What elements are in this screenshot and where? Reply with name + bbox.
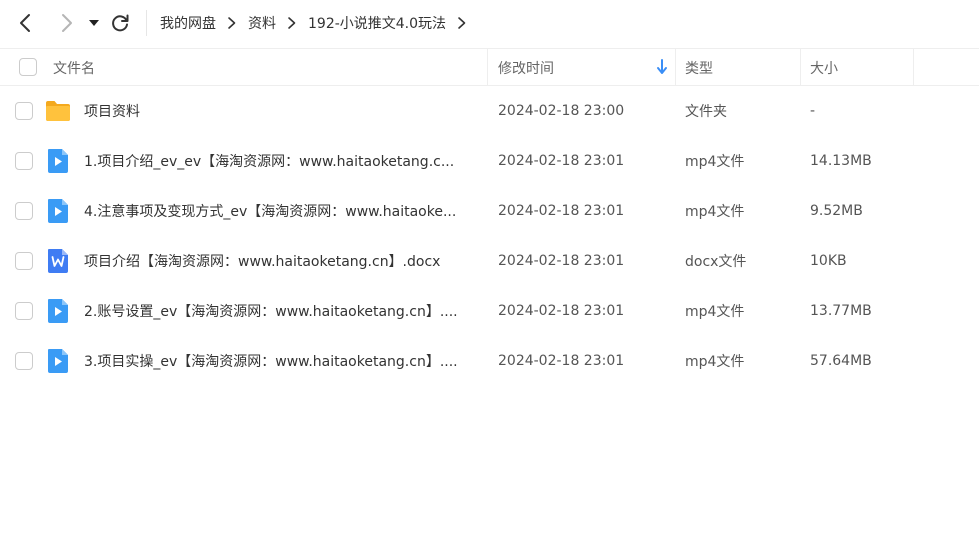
history-dropdown-button[interactable] bbox=[86, 15, 102, 31]
select-all-checkbox[interactable] bbox=[19, 58, 37, 76]
chevron-right-icon bbox=[450, 11, 474, 35]
row-checkbox[interactable] bbox=[15, 152, 33, 170]
file-size: 57.64MB bbox=[810, 353, 872, 369]
file-name: 2.账号设置_ev【海淘资源网：www.haitaoketang.cn】.... bbox=[84, 304, 458, 320]
breadcrumb-item-current[interactable]: 192-小说推文4.0玩法 bbox=[308, 13, 446, 33]
column-divider bbox=[913, 49, 914, 86]
file-type: mp4文件 bbox=[685, 354, 745, 370]
row-checkbox[interactable] bbox=[15, 252, 33, 270]
video-file-icon bbox=[48, 299, 68, 323]
column-divider bbox=[487, 49, 488, 86]
row-checkbox[interactable] bbox=[15, 202, 33, 220]
table-row[interactable]: 项目介绍【海淘资源网：www.haitaoketang.cn】.docx 202… bbox=[0, 236, 979, 286]
table-row[interactable]: 4.注意事项及变现方式_ev【海淘资源网：www.haitaoke... 202… bbox=[0, 186, 979, 236]
sort-descending-icon[interactable] bbox=[655, 58, 669, 76]
table-row[interactable]: 项目资料 2024-02-18 23:00 文件夹 - bbox=[0, 86, 979, 136]
video-file-icon bbox=[48, 149, 68, 173]
breadcrumb: 我的网盘 资料 192-小说推文4.0玩法 bbox=[160, 0, 478, 46]
video-file-icon bbox=[48, 349, 68, 373]
breadcrumb-item-folder[interactable]: 资料 bbox=[248, 13, 276, 33]
column-divider bbox=[800, 49, 801, 86]
word-doc-icon bbox=[48, 249, 68, 273]
folder-icon bbox=[46, 101, 70, 121]
file-size: 14.13MB bbox=[810, 153, 872, 169]
file-size: 13.77MB bbox=[810, 303, 872, 319]
row-checkbox[interactable] bbox=[15, 102, 33, 120]
file-name: 4.注意事项及变现方式_ev【海淘资源网：www.haitaoke... bbox=[84, 204, 457, 220]
column-header-modified[interactable]: 修改时间 bbox=[498, 49, 554, 86]
column-header-name[interactable]: 文件名 bbox=[53, 49, 95, 86]
table-row[interactable]: 2.账号设置_ev【海淘资源网：www.haitaoketang.cn】....… bbox=[0, 286, 979, 336]
row-checkbox[interactable] bbox=[15, 352, 33, 370]
chevron-right-icon bbox=[220, 11, 244, 35]
table-row[interactable]: 1.项目介绍_ev_ev【海淘资源网：www.haitaoketang.c...… bbox=[0, 136, 979, 186]
table-row[interactable]: 3.项目实操_ev【海淘资源网：www.haitaoketang.cn】....… bbox=[0, 336, 979, 386]
file-type: mp4文件 bbox=[685, 304, 745, 320]
file-modified-time: 2024-02-18 23:01 bbox=[498, 353, 625, 369]
chevron-left-icon bbox=[20, 14, 30, 32]
column-header-type[interactable]: 类型 bbox=[685, 49, 713, 86]
file-modified-time: 2024-02-18 23:01 bbox=[498, 203, 625, 219]
column-header-size[interactable]: 大小 bbox=[810, 49, 838, 86]
file-name: 3.项目实操_ev【海淘资源网：www.haitaoketang.cn】.... bbox=[84, 354, 458, 370]
file-type: mp4文件 bbox=[685, 154, 745, 170]
file-type: mp4文件 bbox=[685, 204, 745, 220]
file-table-header: 文件名 修改时间 类型 大小 bbox=[0, 48, 979, 86]
navigation-bar: 我的网盘 资料 192-小说推文4.0玩法 bbox=[0, 0, 979, 46]
chevron-right-icon bbox=[62, 14, 72, 32]
file-modified-time: 2024-02-18 23:01 bbox=[498, 253, 625, 269]
file-modified-time: 2024-02-18 23:00 bbox=[498, 103, 625, 119]
file-modified-time: 2024-02-18 23:01 bbox=[498, 303, 625, 319]
file-type: 文件夹 bbox=[685, 104, 727, 120]
file-size: 9.52MB bbox=[810, 203, 863, 219]
nav-divider bbox=[146, 10, 147, 36]
refresh-button[interactable] bbox=[108, 11, 132, 35]
file-name: 项目资料 bbox=[84, 104, 140, 120]
file-size: 10KB bbox=[810, 253, 847, 269]
file-name: 1.项目介绍_ev_ev【海淘资源网：www.haitaoketang.c... bbox=[84, 154, 455, 170]
file-type: docx文件 bbox=[685, 254, 747, 270]
caret-down-icon bbox=[89, 20, 99, 26]
file-list: 项目资料 2024-02-18 23:00 文件夹 - 1.项目介绍_ev_ev… bbox=[0, 86, 979, 386]
file-size: - bbox=[810, 103, 816, 119]
row-checkbox[interactable] bbox=[15, 302, 33, 320]
breadcrumb-item-root[interactable]: 我的网盘 bbox=[160, 13, 216, 33]
chevron-right-icon bbox=[280, 11, 304, 35]
refresh-icon bbox=[112, 14, 129, 32]
forward-button[interactable] bbox=[54, 11, 78, 35]
back-button[interactable] bbox=[14, 11, 38, 35]
file-modified-time: 2024-02-18 23:01 bbox=[498, 153, 625, 169]
video-file-icon bbox=[48, 199, 68, 223]
file-name: 项目介绍【海淘资源网：www.haitaoketang.cn】.docx bbox=[84, 254, 441, 270]
column-divider bbox=[675, 49, 676, 86]
